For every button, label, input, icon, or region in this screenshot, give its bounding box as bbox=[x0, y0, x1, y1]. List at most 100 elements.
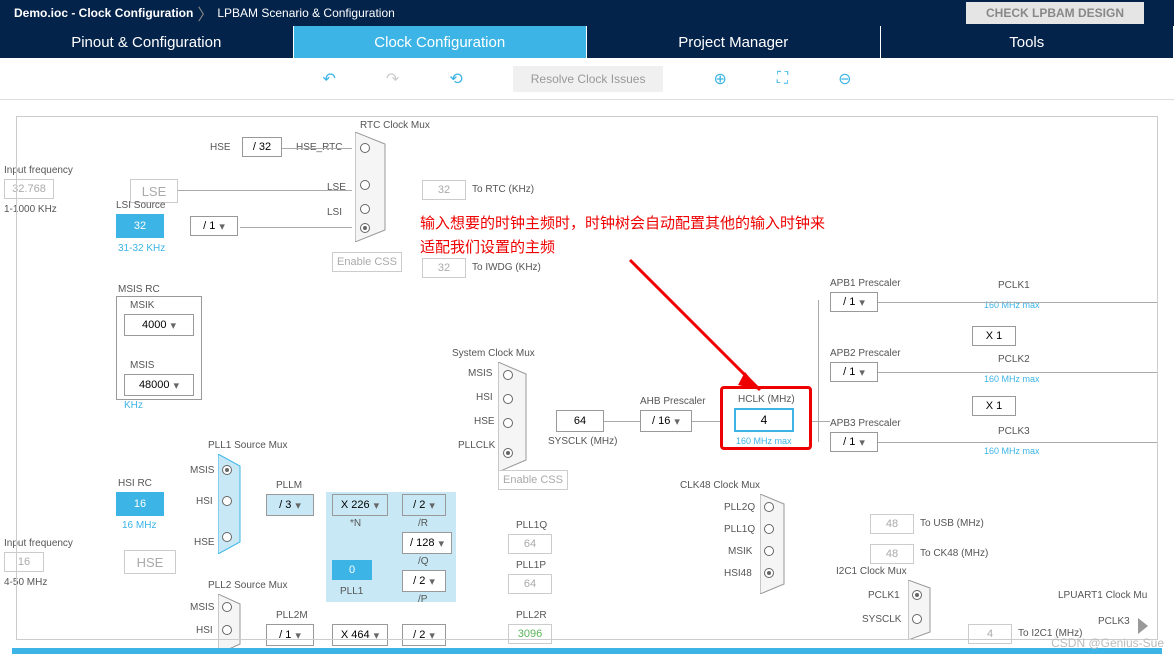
clk48-title: CLK48 Clock Mux bbox=[680, 480, 760, 491]
sysclk-radio-hse[interactable] bbox=[503, 418, 513, 428]
pll2r-label: PLL2R bbox=[516, 610, 547, 621]
div-32: / 32 bbox=[242, 137, 282, 157]
check-lpbam-button[interactable]: CHECK LPBAM DESIGN bbox=[966, 2, 1144, 24]
pllq-val[interactable]: / 128 bbox=[402, 532, 452, 554]
pll2-msis: MSIS bbox=[190, 602, 214, 613]
chevron-right-icon: 〉 bbox=[197, 1, 213, 25]
clk48-radio-3[interactable] bbox=[764, 546, 774, 556]
tab-tools[interactable]: Tools bbox=[881, 26, 1174, 58]
hsi-val[interactable]: 16 bbox=[116, 492, 164, 516]
nav-right-icon[interactable] bbox=[1138, 618, 1148, 634]
i2c1-radio-2[interactable] bbox=[912, 614, 922, 624]
pll2m-label: PLL2M bbox=[276, 610, 308, 621]
lsi-mux-label: LSI bbox=[327, 207, 342, 218]
sysclk-radio-msis[interactable] bbox=[503, 370, 513, 380]
pll1-msis: MSIS bbox=[190, 465, 214, 476]
apb1-x1: X 1 bbox=[972, 326, 1016, 346]
rtc-radio-lsi[interactable] bbox=[360, 204, 370, 214]
hclk-input[interactable]: 4 bbox=[734, 408, 794, 432]
pll1-radio-hsi[interactable] bbox=[222, 496, 232, 506]
hsi-mhz: 16 MHz bbox=[122, 520, 156, 531]
rtc-radio-lse[interactable] bbox=[360, 180, 370, 190]
pll2-radio-hsi[interactable] bbox=[222, 625, 232, 635]
reset-icon[interactable]: ⟲ bbox=[449, 69, 462, 89]
lsi-div[interactable]: / 1 bbox=[190, 216, 238, 236]
hsi-rc-label: HSI RC bbox=[118, 478, 152, 489]
ck48-label: To CK48 (MHz) bbox=[920, 548, 988, 559]
pllm-label: PLLM bbox=[276, 480, 302, 491]
zoom-in-icon[interactable]: ⊕ bbox=[713, 69, 726, 89]
pll1-hse: HSE bbox=[194, 537, 215, 548]
pll2n-val[interactable]: X 464 bbox=[332, 624, 388, 646]
pllp-val[interactable]: / 2 bbox=[402, 570, 446, 592]
lse-mux-label: LSE bbox=[327, 182, 346, 193]
pll1-radio-hse[interactable] bbox=[222, 532, 232, 542]
sysclk-out-label: SYSCLK (MHz) bbox=[548, 436, 617, 447]
apb2-val[interactable]: / 1 bbox=[830, 362, 878, 382]
msis-rc-frame bbox=[116, 296, 202, 400]
input-freq-1[interactable]: 32.768 bbox=[4, 179, 54, 199]
tab-project[interactable]: Project Manager bbox=[587, 26, 881, 58]
i2c1-sysclk: SYSCLK bbox=[862, 614, 901, 625]
apb3-val[interactable]: / 1 bbox=[830, 432, 878, 452]
breadcrumb-item-2[interactable]: LPBAM Scenario & Configuration bbox=[217, 6, 394, 20]
rtc-radio-none[interactable] bbox=[360, 223, 370, 233]
pll1q-label: PLL1Q bbox=[516, 520, 547, 531]
lsi-val[interactable]: 32 bbox=[116, 214, 164, 238]
iwdg-val: 32 bbox=[422, 258, 466, 278]
pclk2-max: 160 MHz max bbox=[984, 374, 1040, 384]
apb1-label: APB1 Prescaler bbox=[830, 278, 901, 289]
fullscreen-icon[interactable]: ⛶ bbox=[777, 70, 788, 88]
ck48-val: 48 bbox=[870, 544, 914, 564]
enable-css-1[interactable]: Enable CSS bbox=[332, 252, 402, 272]
pll2-radio-msis[interactable] bbox=[222, 602, 232, 612]
main-tabs: Pinout & Configuration Clock Configurati… bbox=[0, 26, 1174, 58]
clock-tree-canvas[interactable]: Input frequency 32.768 1-1000 KHz Input … bbox=[0, 100, 1174, 654]
clk48-radio-4[interactable] bbox=[764, 568, 774, 578]
pllr-val[interactable]: / 2 bbox=[402, 494, 446, 516]
pll2m-val[interactable]: / 1 bbox=[266, 624, 314, 646]
hclk-max: 160 MHz max bbox=[736, 436, 792, 446]
usb-label: To USB (MHz) bbox=[920, 518, 984, 529]
pllm-val[interactable]: / 3 bbox=[266, 494, 314, 516]
clk48-radio-1[interactable] bbox=[764, 502, 774, 512]
tab-pinout[interactable]: Pinout & Configuration bbox=[0, 26, 294, 58]
lpuart-pclk3: PCLK3 bbox=[1098, 616, 1130, 627]
input-freq-2[interactable]: 16 bbox=[4, 552, 44, 572]
pllr-label: /R bbox=[418, 518, 428, 529]
pllq-label: /Q bbox=[418, 556, 429, 567]
i2c1-radio-1[interactable] bbox=[912, 590, 922, 600]
sysclk-val: 64 bbox=[556, 410, 604, 432]
sysclk-radio-hsi[interactable] bbox=[503, 394, 513, 404]
undo-icon[interactable]: ↶ bbox=[323, 69, 336, 89]
clk48-radio-2[interactable] bbox=[764, 524, 774, 534]
apb2-x1: X 1 bbox=[972, 396, 1016, 416]
zoom-out-icon[interactable]: ⊖ bbox=[838, 69, 851, 89]
pll1-radio-msis[interactable] bbox=[222, 465, 232, 475]
ahb-val[interactable]: / 16 bbox=[640, 410, 692, 432]
sysclk-msis: MSIS bbox=[468, 368, 492, 379]
pll1q-val: 64 bbox=[508, 534, 552, 554]
enable-css-2[interactable]: Enable CSS bbox=[498, 470, 568, 490]
tab-clock[interactable]: Clock Configuration bbox=[294, 26, 588, 58]
rtc-val: 32 bbox=[422, 180, 466, 200]
resolve-button[interactable]: Resolve Clock Issues bbox=[513, 66, 664, 92]
wire bbox=[812, 421, 830, 422]
hse-label: HSE bbox=[210, 142, 231, 153]
wire bbox=[604, 421, 640, 422]
annotation-arrow bbox=[610, 250, 790, 410]
breadcrumb-item-1[interactable]: Demo.ioc - Clock Configuration bbox=[14, 6, 193, 20]
sysclk-radio-pllclk[interactable] bbox=[503, 448, 513, 458]
pll2r-div[interactable]: / 2 bbox=[402, 624, 446, 646]
i2c1-mux bbox=[908, 580, 938, 640]
pll1p-label: PLL1P bbox=[516, 560, 546, 571]
rtc-radio-hse[interactable] bbox=[360, 143, 370, 153]
clk48-pll1q: PLL1Q bbox=[724, 524, 755, 535]
redo-icon[interactable]: ↷ bbox=[386, 69, 399, 89]
lsi-range: 31-32 KHz bbox=[118, 243, 165, 254]
sysclk-title: System Clock Mux bbox=[452, 348, 535, 359]
sysclk-hsi: HSI bbox=[476, 392, 493, 403]
pclk3-max: 160 MHz max bbox=[984, 446, 1040, 456]
plln-val[interactable]: X 226 bbox=[332, 494, 388, 516]
apb1-val[interactable]: / 1 bbox=[830, 292, 878, 312]
